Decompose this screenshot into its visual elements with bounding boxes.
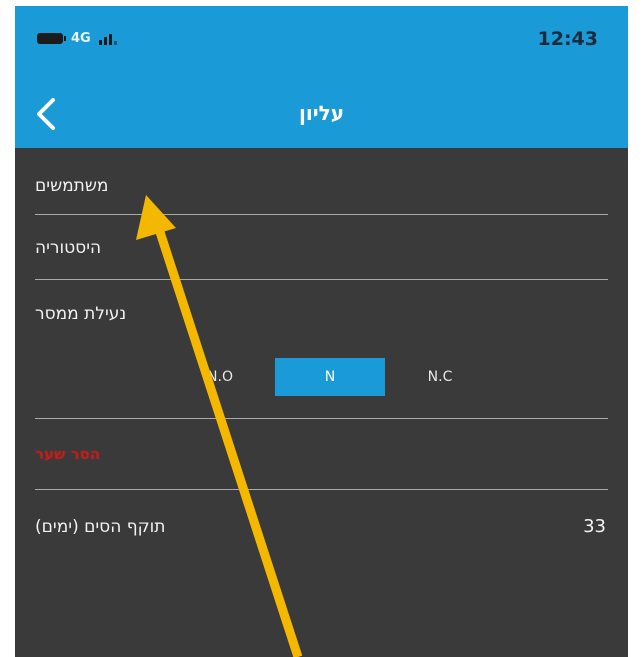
relay-option-no[interactable]: N.O	[165, 358, 275, 396]
network-type: 4G	[71, 31, 91, 46]
status-bar-left: 4G	[37, 31, 117, 46]
history-label: היסטוריה	[35, 238, 102, 258]
menu-item-sim-validity[interactable]: תוקף הסים (ימים) 33	[15, 490, 628, 570]
menu-item-history[interactable]: היסטוריה	[15, 215, 628, 279]
sim-validity-value: 33	[583, 516, 606, 537]
page-title: עליון	[298, 101, 345, 125]
divider	[35, 418, 608, 419]
signal-icon	[98, 33, 117, 45]
remove-gate-button[interactable]: הסר שער	[35, 445, 100, 463]
menu-item-relay-lock: נעילת ממסר	[15, 280, 628, 418]
battery-icon	[37, 33, 66, 44]
app-header: 4G 12:43 עליון	[15, 6, 628, 148]
relay-mode-segmented-control: N.O N N.C	[165, 358, 495, 396]
relay-option-n[interactable]: N	[275, 358, 385, 396]
phone-screen: 4G 12:43 עליון משתמשים היסטוריה נעילת ממ…	[15, 6, 628, 657]
relay-option-nc[interactable]: N.C	[385, 358, 495, 396]
users-label: משתמשים	[35, 176, 109, 196]
sim-validity-label: תוקף הסים (ימים)	[35, 517, 166, 537]
status-time: 12:43	[537, 28, 598, 50]
relay-lock-label: נעילת ממסר	[35, 304, 127, 324]
menu-item-users[interactable]: משתמשים	[15, 148, 628, 214]
